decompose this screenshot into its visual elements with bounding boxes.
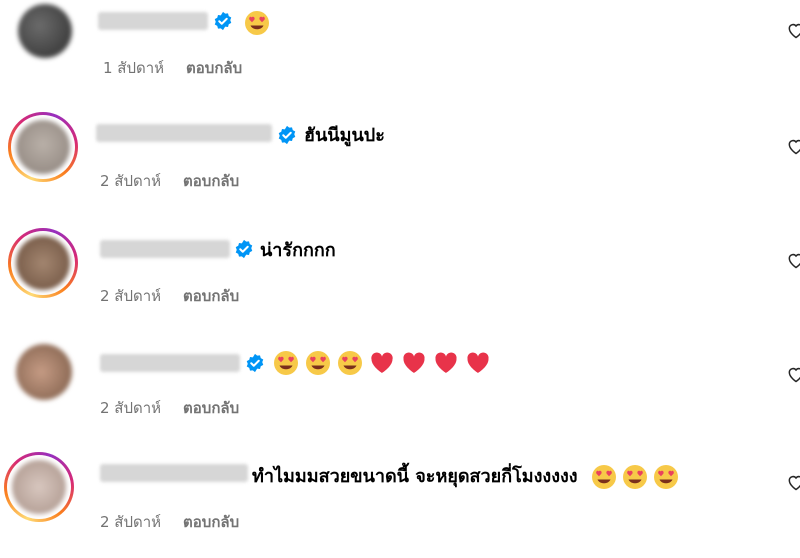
comment-meta: 2 สัปดาห์ ตอบกลับ bbox=[100, 510, 239, 534]
comment-timestamp: 2 สัปดาห์ bbox=[100, 287, 162, 305]
reply-button[interactable]: ตอบกลับ bbox=[186, 59, 242, 77]
verified-badge-icon bbox=[214, 11, 232, 31]
reply-button[interactable]: ตอบกลับ bbox=[183, 287, 239, 305]
verified-badge-icon bbox=[246, 353, 264, 373]
like-heart-icon[interactable] bbox=[786, 250, 800, 270]
comment-text bbox=[273, 350, 491, 376]
comment-item: ฮันนีมูนปะ 2 สัปดาห์ ตอบกลับ bbox=[0, 108, 800, 218]
comment-meta: 2 สัปดาห์ ตอบกลับ bbox=[100, 169, 239, 193]
comment-body: ทำไมมมสวยขนาดนี้ จะหยุดสวยกี่โมงงงงง bbox=[252, 466, 578, 487]
avatar bbox=[12, 460, 66, 514]
comment-item: 1 สัปดาห์ ตอบกลับ bbox=[0, 0, 800, 110]
avatar bbox=[16, 120, 70, 174]
comment-body: ฮันนีมูนปะ bbox=[304, 125, 385, 146]
username-blurred[interactable] bbox=[96, 124, 272, 142]
avatar-story-ring[interactable] bbox=[8, 112, 78, 182]
heart-eyes-emoji-icon bbox=[591, 465, 616, 489]
reply-button[interactable]: ตอบกลับ bbox=[183, 172, 239, 190]
comment-timestamp: 1 สัปดาห์ bbox=[103, 59, 165, 77]
red-heart-emoji-icon bbox=[403, 352, 425, 373]
username-blurred[interactable] bbox=[100, 464, 248, 482]
like-heart-icon[interactable] bbox=[786, 364, 800, 384]
heart-eyes-emoji-icon bbox=[653, 465, 678, 489]
red-heart-emoji-icon bbox=[371, 352, 393, 373]
comment-meta: 1 สัปดาห์ ตอบกลับ bbox=[103, 56, 242, 80]
comment-text: ทำไมมมสวยขนาดนี้ จะหยุดสวยกี่โมงงงงง bbox=[252, 464, 679, 490]
username-blurred[interactable] bbox=[100, 354, 240, 372]
heart-eyes-emoji-icon bbox=[622, 465, 647, 489]
like-heart-icon[interactable] bbox=[786, 472, 800, 492]
avatar-story-ring[interactable] bbox=[4, 452, 74, 522]
avatar[interactable] bbox=[18, 4, 72, 58]
comment-meta: 2 สัปดาห์ ตอบกลับ bbox=[100, 284, 239, 308]
comment-timestamp: 2 สัปดาห์ bbox=[100, 399, 162, 417]
username-blurred[interactable] bbox=[100, 240, 230, 258]
heart-eyes-emoji-icon bbox=[245, 11, 269, 35]
comment-meta: 2 สัปดาห์ ตอบกลับ bbox=[100, 396, 239, 420]
verified-badge-icon bbox=[235, 239, 253, 259]
comment-text: น่ารักกกก bbox=[260, 240, 336, 262]
reply-button[interactable]: ตอบกลับ bbox=[183, 399, 239, 417]
reply-button[interactable]: ตอบกลับ bbox=[183, 513, 239, 531]
username-blurred[interactable] bbox=[98, 12, 208, 30]
avatar bbox=[16, 236, 70, 290]
red-heart-emoji-icon bbox=[467, 352, 489, 373]
comment-item: น่ารักกกก 2 สัปดาห์ ตอบกลับ bbox=[0, 222, 800, 332]
comment-text: ฮันนีมูนปะ bbox=[304, 125, 385, 147]
comment-item: ทำไมมมสวยขนาดนี้ จะหยุดสวยกี่โมงงงงง 2 ส… bbox=[0, 448, 800, 558]
heart-eyes-emoji-icon bbox=[274, 351, 298, 375]
heart-eyes-emoji-icon bbox=[338, 351, 362, 375]
comment-timestamp: 2 สัปดาห์ bbox=[100, 172, 162, 190]
like-heart-icon[interactable] bbox=[786, 136, 800, 156]
heart-eyes-emoji-icon bbox=[306, 351, 330, 375]
like-heart-icon[interactable] bbox=[786, 20, 800, 40]
comment-item: 2 สัปดาห์ ตอบกลับ bbox=[0, 336, 800, 446]
comment-body: น่ารักกกก bbox=[260, 240, 336, 261]
comment-timestamp: 2 สัปดาห์ bbox=[100, 513, 162, 531]
comment-text bbox=[240, 10, 270, 36]
verified-badge-icon bbox=[278, 125, 296, 145]
avatar[interactable] bbox=[16, 344, 72, 400]
avatar-story-ring[interactable] bbox=[8, 228, 78, 298]
red-heart-emoji-icon bbox=[435, 352, 457, 373]
